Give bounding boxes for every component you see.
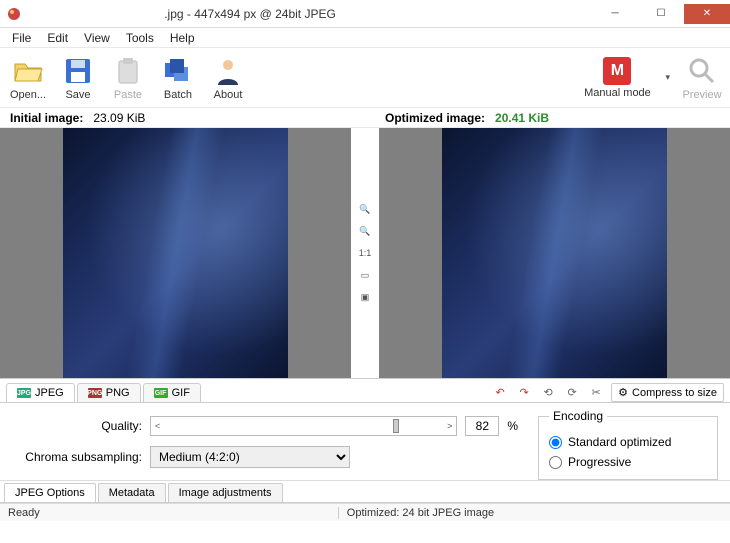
open-button[interactable]: Open... xyxy=(4,50,52,106)
save-label: Save xyxy=(65,89,90,101)
window-buttons: ─ ☐ ✕ xyxy=(592,4,730,24)
maximize-button[interactable]: ☐ xyxy=(638,4,684,24)
encoding-progressive-row[interactable]: Progressive xyxy=(549,455,707,469)
encoding-group: Encoding Standard optimized Progressive xyxy=(538,409,718,480)
tab-png[interactable]: PNG PNG xyxy=(77,383,141,402)
initial-value: 23.09 KiB xyxy=(93,111,145,125)
about-label: About xyxy=(214,89,243,101)
mode-button[interactable]: M Manual mode xyxy=(577,50,657,106)
paste-button[interactable]: Paste xyxy=(104,50,152,106)
save-button[interactable]: Save xyxy=(54,50,102,106)
mode-dropdown-arrow[interactable]: ▾ xyxy=(659,72,676,83)
initial-image xyxy=(63,128,288,378)
batch-icon xyxy=(162,55,194,87)
tab-gif-label: GIF xyxy=(172,387,190,399)
preview-label: Preview xyxy=(682,89,721,101)
minimize-button[interactable]: ─ xyxy=(592,4,638,24)
zoom-1to1-icon[interactable]: 1:1 xyxy=(356,244,374,262)
open-label: Open... xyxy=(10,89,46,101)
menu-file[interactable]: File xyxy=(4,29,39,47)
jpeg-badge-icon: JPG xyxy=(17,388,31,398)
person-icon xyxy=(212,55,244,87)
quality-pct: % xyxy=(507,419,518,433)
zoom-both-icon[interactable]: ▣ xyxy=(356,288,374,306)
app-icon xyxy=(6,6,22,22)
clipboard-icon xyxy=(112,55,144,87)
zoom-out-icon[interactable]: 🔍 xyxy=(356,222,374,240)
encoding-standard-row[interactable]: Standard optimized xyxy=(549,435,707,449)
crop-icon[interactable]: ✂ xyxy=(587,384,605,402)
initial-preview-pane[interactable] xyxy=(0,128,351,378)
optimized-preview-pane[interactable] xyxy=(379,128,730,378)
optimized-value: 20.41 KiB xyxy=(495,111,549,125)
batch-button[interactable]: Batch xyxy=(154,50,202,106)
preview-button[interactable]: Preview xyxy=(678,50,726,106)
tab-png-label: PNG xyxy=(106,387,130,399)
rotate-left-icon[interactable]: ⟲ xyxy=(539,384,557,402)
chroma-select[interactable]: Medium (4:2:0) xyxy=(150,446,350,468)
status-optimized: Optimized: 24 bit JPEG image xyxy=(338,507,502,519)
tab-gif[interactable]: GIF GIF xyxy=(143,383,201,402)
statusbar: Ready Optimized: 24 bit JPEG image xyxy=(0,503,730,521)
encoding-legend: Encoding xyxy=(549,409,607,423)
quality-input[interactable] xyxy=(465,416,499,436)
zoom-fit-icon[interactable]: ▭ xyxy=(356,266,374,284)
gif-badge-icon: GIF xyxy=(154,388,168,398)
slider-left-arrow-icon[interactable]: < xyxy=(155,421,160,431)
zoom-tools: 🔍 🔍 1:1 ▭ ▣ xyxy=(351,128,379,378)
tab-jpeg[interactable]: JPG JPEG xyxy=(6,383,75,402)
tab-jpeg-options[interactable]: JPEG Options xyxy=(4,483,96,502)
status-ready: Ready xyxy=(0,507,48,519)
optimized-image xyxy=(442,128,667,378)
mode-icon: M xyxy=(603,57,631,85)
batch-label: Batch xyxy=(164,89,192,101)
quality-row: Quality: < > % xyxy=(12,416,518,436)
paste-label: Paste xyxy=(114,89,142,101)
encoding-progressive-label: Progressive xyxy=(568,455,631,469)
compress-to-size-button[interactable]: ⚙ Compress to size xyxy=(611,383,724,402)
quality-slider[interactable]: < > xyxy=(150,416,457,436)
menu-help[interactable]: Help xyxy=(162,29,203,47)
zoom-in-icon[interactable]: 🔍 xyxy=(356,200,374,218)
format-tabs-row: JPG JPEG PNG PNG GIF GIF ↶ ↷ ⟲ ⟳ ✂ ⚙ Com… xyxy=(0,379,730,403)
titlebar: .jpg - 447x494 px @ 24bit JPEG ─ ☐ ✕ xyxy=(0,0,730,28)
floppy-icon xyxy=(62,55,94,87)
tab-metadata[interactable]: Metadata xyxy=(98,483,166,502)
menubar: File Edit View Tools Help xyxy=(0,28,730,48)
compress-icon: ⚙ xyxy=(618,386,628,399)
compress-label: Compress to size xyxy=(632,387,717,399)
mode-label: Manual mode xyxy=(584,87,651,99)
menu-view[interactable]: View xyxy=(76,29,118,47)
encoding-progressive-radio[interactable] xyxy=(549,456,562,469)
redo-icon[interactable]: ↷ xyxy=(515,384,533,402)
tab-image-adjustments[interactable]: Image adjustments xyxy=(168,483,283,502)
close-button[interactable]: ✕ xyxy=(684,4,730,24)
encoding-standard-label: Standard optimized xyxy=(568,435,671,449)
initial-label: Initial image: xyxy=(10,111,83,125)
undo-icon[interactable]: ↶ xyxy=(491,384,509,402)
folder-open-icon xyxy=(12,55,44,87)
size-row: Initial image: 23.09 KiB Optimized image… xyxy=(0,108,730,128)
chroma-label: Chroma subsampling: xyxy=(12,450,142,464)
options-panel: Quality: < > % Chroma subsampling: Mediu… xyxy=(0,403,730,481)
chroma-row: Chroma subsampling: Medium (4:2:0) xyxy=(12,446,518,468)
menu-tools[interactable]: Tools xyxy=(118,29,162,47)
menu-edit[interactable]: Edit xyxy=(39,29,76,47)
magnifier-icon xyxy=(686,55,718,87)
optimized-label: Optimized image: xyxy=(385,111,485,125)
rotate-right-icon[interactable]: ⟳ xyxy=(563,384,581,402)
toolbar: Open... Save Paste Batch About M Manual … xyxy=(0,48,730,108)
encoding-standard-radio[interactable] xyxy=(549,436,562,449)
quality-label: Quality: xyxy=(12,419,142,433)
preview-area: 🔍 🔍 1:1 ▭ ▣ xyxy=(0,128,730,379)
bottom-tabs: JPEG Options Metadata Image adjustments xyxy=(0,481,730,503)
tab-jpeg-label: JPEG xyxy=(35,387,64,399)
window-title: .jpg - 447x494 px @ 24bit JPEG xyxy=(28,7,472,21)
slider-right-arrow-icon[interactable]: > xyxy=(447,421,452,431)
about-button[interactable]: About xyxy=(204,50,252,106)
png-badge-icon: PNG xyxy=(88,388,102,398)
